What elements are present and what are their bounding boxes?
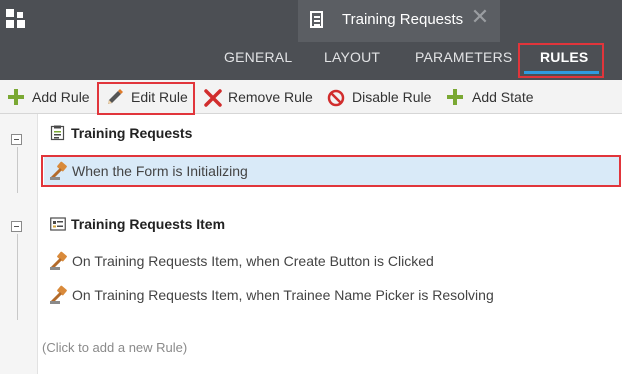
collapse-icon[interactable] bbox=[11, 134, 22, 145]
tab-parameters[interactable]: PARAMETERS bbox=[415, 49, 512, 65]
add-rule-label: Add Rule bbox=[32, 89, 90, 105]
selected-rule-highlight bbox=[41, 155, 621, 187]
close-icon[interactable]: ✕ bbox=[468, 6, 492, 30]
tree-connector bbox=[17, 147, 18, 193]
remove-rule-label: Remove Rule bbox=[228, 89, 313, 105]
add-state-button[interactable]: Add State bbox=[447, 88, 539, 108]
collapse-icon[interactable] bbox=[11, 221, 22, 232]
tab-layout[interactable]: LAYOUT bbox=[324, 49, 380, 65]
edit-rule-highlight bbox=[97, 82, 195, 115]
group-title-training-requests-item: Training Requests Item bbox=[71, 216, 226, 232]
form-document-icon bbox=[310, 11, 323, 28]
disable-rule-label: Disable Rule bbox=[352, 89, 432, 105]
view-icon bbox=[50, 217, 66, 231]
disable-icon bbox=[327, 89, 345, 107]
tree-connector bbox=[17, 234, 18, 320]
document-tab[interactable]: Training Requests ✕ bbox=[298, 0, 500, 42]
add-rule-button[interactable]: Add Rule bbox=[8, 88, 92, 108]
tree-gutter bbox=[0, 114, 38, 374]
add-new-rule-link[interactable]: (Click to add a new Rule) bbox=[42, 340, 187, 355]
document-tab-title: Training Requests bbox=[342, 11, 464, 28]
remove-icon bbox=[204, 89, 222, 107]
gavel-icon bbox=[50, 285, 67, 304]
add-state-label: Add State bbox=[472, 89, 534, 105]
form-icon bbox=[50, 125, 65, 141]
add-icon bbox=[8, 89, 24, 105]
add-state-icon bbox=[447, 89, 463, 105]
gavel-icon bbox=[50, 251, 67, 270]
group-title-training-requests: Training Requests bbox=[71, 125, 193, 141]
remove-rule-button[interactable]: Remove Rule bbox=[203, 88, 315, 108]
disable-rule-button[interactable]: Disable Rule bbox=[327, 88, 435, 108]
rule-row[interactable]: On Training Requests Item, when Trainee … bbox=[44, 280, 620, 310]
rules-tab-highlight bbox=[518, 43, 604, 78]
rule-label: On Training Requests Item, when Create B… bbox=[72, 253, 434, 269]
rules-toolbar: Add Rule Edit Rule Remove Rule Disable R… bbox=[0, 80, 622, 114]
app-grid-icon[interactable] bbox=[6, 9, 26, 29]
rule-row[interactable]: On Training Requests Item, when Create B… bbox=[44, 246, 620, 276]
rule-label: On Training Requests Item, when Trainee … bbox=[72, 287, 494, 303]
tab-general[interactable]: GENERAL bbox=[224, 49, 292, 65]
